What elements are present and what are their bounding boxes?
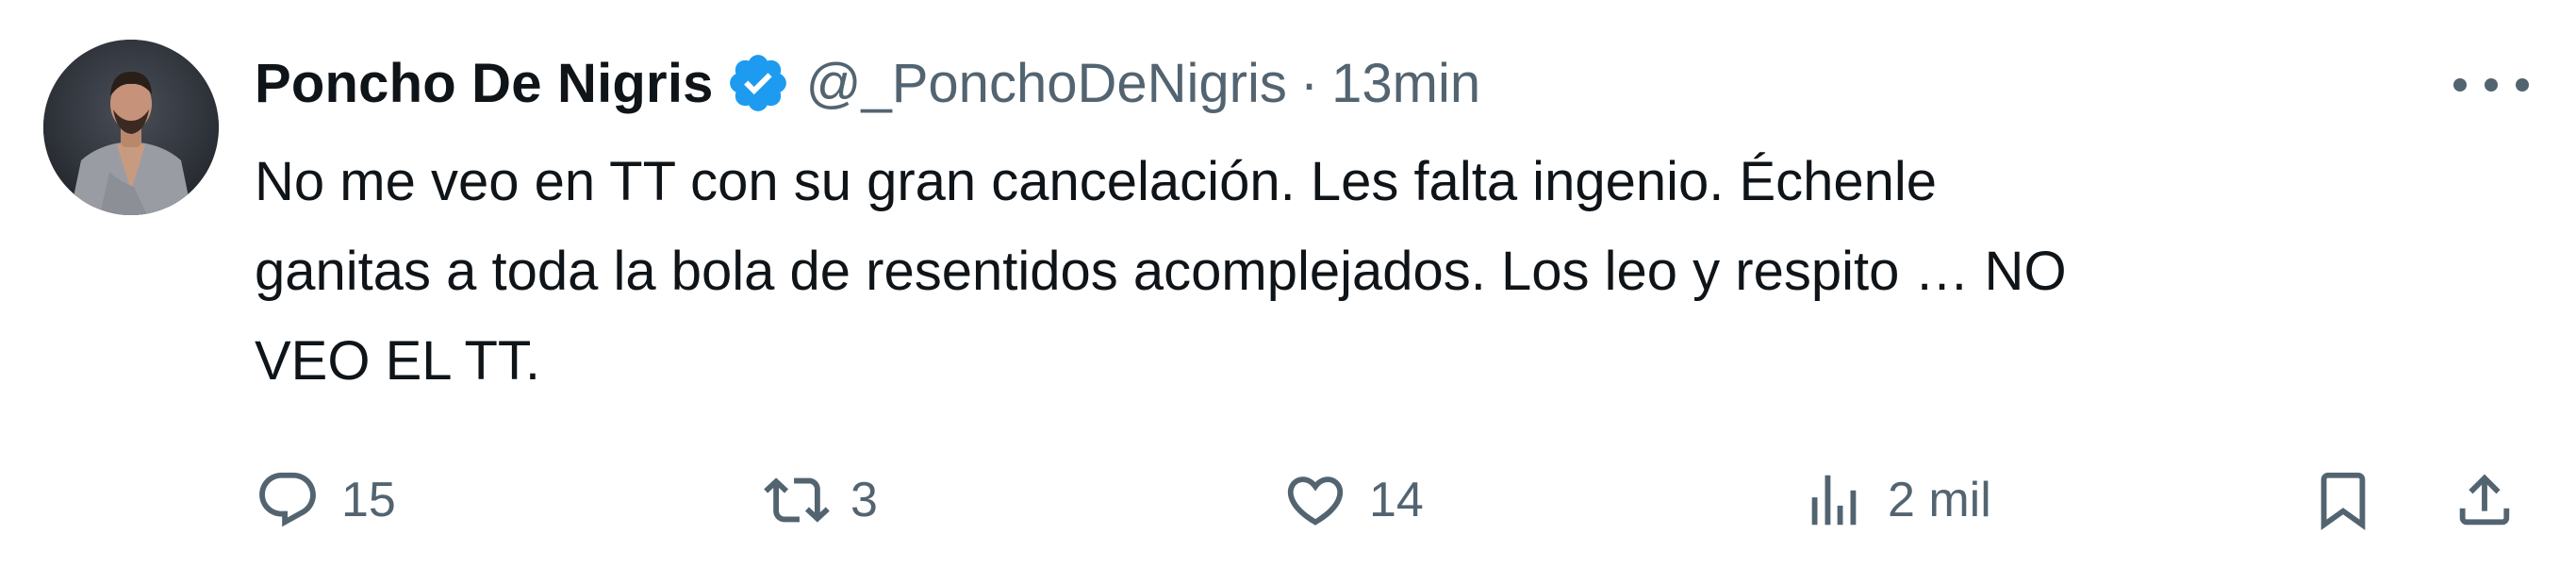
- tweet-header: Poncho De Nigris @_PonchoDeNigris · 13mi…: [255, 45, 1480, 121]
- more-options-icon[interactable]: [2453, 58, 2529, 111]
- separator-dot: ·: [1299, 52, 1319, 114]
- heart-icon: [1287, 476, 1344, 526]
- avatar[interactable]: [43, 40, 219, 215]
- tweet-timestamp[interactable]: 13min: [1331, 52, 1480, 115]
- like-count: 14: [1369, 473, 1424, 527]
- views-chart-icon: [1811, 475, 1857, 526]
- views-button[interactable]: 2 mil: [1801, 453, 1991, 547]
- avatar-photo: [43, 40, 219, 215]
- views-count: 2 mil: [1888, 473, 1991, 527]
- like-button[interactable]: 14: [1282, 453, 1424, 547]
- bookmark-icon: [2320, 472, 2366, 530]
- share-button[interactable]: [2452, 453, 2518, 547]
- bookmark-button[interactable]: [2310, 453, 2376, 547]
- reply-icon: [259, 472, 316, 527]
- author-name[interactable]: Poncho De Nigris: [255, 52, 714, 115]
- share-icon: [2459, 474, 2510, 526]
- author-handle[interactable]: @_PonchoDeNigris: [806, 52, 1287, 115]
- tweet-card[interactable]: Poncho De Nigris @_PonchoDeNigris · 13mi…: [0, 0, 2576, 585]
- more-dot: [2453, 78, 2467, 92]
- retweet-button[interactable]: 3: [764, 453, 878, 547]
- tweet-text-line: ganitas a toda la bola de resentidos aco…: [255, 241, 2067, 302]
- verified-badge-icon: [725, 50, 791, 116]
- reply-count: 15: [341, 473, 396, 527]
- retweet-count: 3: [850, 473, 878, 527]
- more-dot: [2485, 78, 2498, 92]
- retweet-icon: [764, 477, 830, 523]
- reply-button[interactable]: 15: [255, 453, 396, 547]
- more-dot: [2516, 78, 2529, 92]
- tweet-text-line: VEO EL TT.: [255, 330, 540, 392]
- tweet-text: No me veo en TT con su gran cancelación.…: [255, 137, 2499, 406]
- tweet-actions: 15 3 14 2 mil: [255, 453, 2536, 547]
- tweet-text-line: No me veo en TT con su gran cancelación.…: [255, 151, 1938, 212]
